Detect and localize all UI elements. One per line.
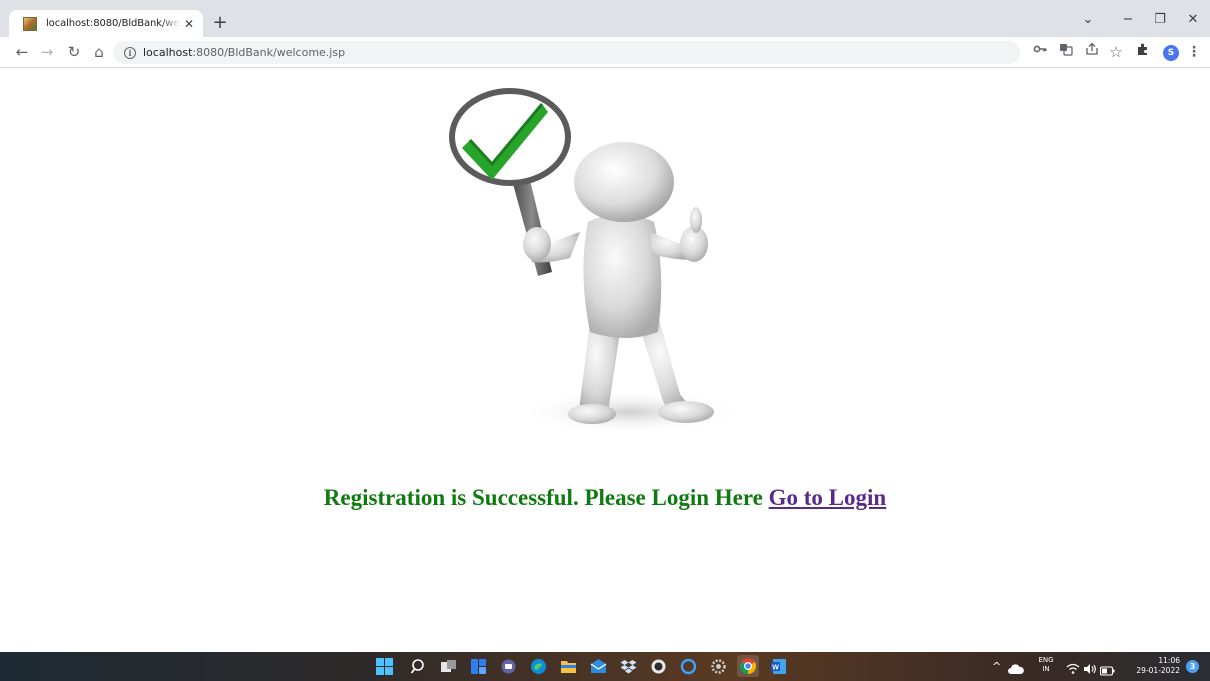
home-button[interactable]: ⌂ xyxy=(88,41,110,63)
language-code: ENG xyxy=(1038,656,1054,664)
alexa-app-icon[interactable] xyxy=(650,658,667,675)
tab-strip: localhost:8080/BldBank/welcome.jsp ✕ + ⌄… xyxy=(0,0,1210,37)
windows-start-icon[interactable] xyxy=(376,658,393,675)
chrome-browser-icon[interactable] xyxy=(737,655,759,677)
browser-tab[interactable]: localhost:8080/BldBank/welcome.jsp ✕ xyxy=(9,10,203,37)
url-path: :8080/BldBank/welcome.jsp xyxy=(192,46,346,59)
close-window-button[interactable]: ✕ xyxy=(1178,9,1208,31)
input-language-indicator[interactable]: ENG IN xyxy=(1037,656,1055,674)
word-app-icon[interactable]: W xyxy=(770,658,787,675)
show-hidden-icons-chevron-icon[interactable]: ^ xyxy=(992,660,1001,673)
widgets-icon[interactable] xyxy=(470,658,487,675)
tab-title: localhost:8080/BldBank/welcome.jsp xyxy=(46,18,181,29)
restore-button[interactable]: ❐ xyxy=(1145,9,1175,31)
back-button[interactable]: ← xyxy=(11,41,33,63)
notification-count-badge[interactable]: 3 xyxy=(1186,660,1199,673)
svg-text:W: W xyxy=(772,665,779,672)
site-info-icon[interactable]: i xyxy=(124,46,136,59)
settings-gear-icon[interactable] xyxy=(710,658,727,675)
battery-icon[interactable] xyxy=(1099,661,1115,676)
volume-icon[interactable] xyxy=(1083,660,1097,674)
success-figure-illustration xyxy=(449,88,740,434)
forward-button[interactable]: → xyxy=(36,41,58,63)
address-bar[interactable]: i localhost:8080/BldBank/welcome.jsp xyxy=(113,41,1020,64)
bookmark-star-icon[interactable]: ☆ xyxy=(1106,42,1126,62)
region-code: IN xyxy=(1042,665,1050,673)
edge-browser-icon[interactable] xyxy=(530,658,547,675)
clock-date: 29-01-2022 xyxy=(1136,666,1180,675)
clock[interactable]: 11:06 29-01-2022 xyxy=(1130,656,1180,676)
clock-time: 11:06 xyxy=(1158,656,1180,665)
mail-icon[interactable] xyxy=(590,658,607,675)
cortana-ring-icon[interactable] xyxy=(680,658,697,675)
new-tab-button[interactable]: + xyxy=(209,12,231,34)
profile-avatar[interactable]: S xyxy=(1163,45,1179,61)
menu-kebab-icon[interactable]: ⋮ xyxy=(1184,42,1204,62)
dropbox-icon[interactable] xyxy=(620,658,637,675)
page-favicon-icon xyxy=(23,16,37,31)
success-text: Registration is Successful. Please Login… xyxy=(323,485,769,510)
reload-button[interactable]: ↻ xyxy=(63,41,85,63)
password-key-icon[interactable] xyxy=(1030,42,1050,62)
wifi-icon[interactable] xyxy=(1066,660,1080,674)
url-host: localhost xyxy=(143,46,193,59)
registration-success-message: Registration is Successful. Please Login… xyxy=(0,485,1210,511)
browser-toolbar: ← → ↻ ⌂ i localhost:8080/BldBank/welcome… xyxy=(0,37,1210,68)
windows-taskbar: W ^ ENG IN 11:06 29-01-2022 3 xyxy=(0,652,1210,681)
search-icon[interactable] xyxy=(410,658,427,675)
file-explorer-icon[interactable] xyxy=(560,658,577,675)
task-view-icon[interactable] xyxy=(440,658,457,675)
translate-icon[interactable] xyxy=(1056,42,1076,62)
teams-chat-icon[interactable] xyxy=(500,658,517,675)
tab-close-icon[interactable]: ✕ xyxy=(181,16,197,32)
share-icon[interactable] xyxy=(1082,42,1102,62)
tab-search-icon[interactable]: ⌄ xyxy=(1073,9,1103,31)
minimize-button[interactable]: − xyxy=(1113,9,1143,31)
onedrive-cloud-icon[interactable] xyxy=(1008,660,1024,674)
go-to-login-link[interactable]: Go to Login xyxy=(769,485,887,510)
extensions-icon[interactable] xyxy=(1133,42,1153,62)
